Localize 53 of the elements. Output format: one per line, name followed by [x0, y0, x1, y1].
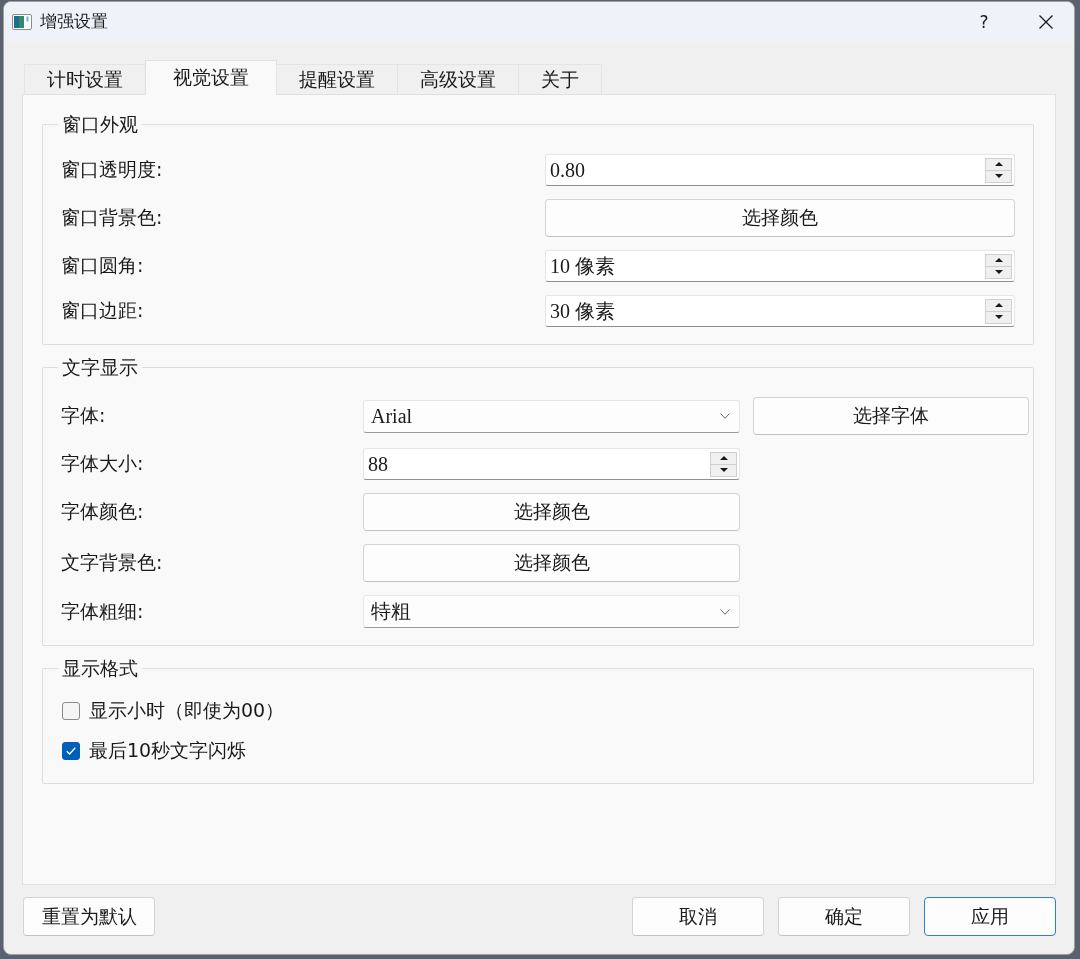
spinbox[interactable]: 88: [363, 448, 740, 480]
field-label: 窗口边距:: [61, 298, 145, 323]
down-triangle-icon: [719, 468, 728, 472]
field-label: 窗口背景色:: [61, 205, 164, 230]
select-button[interactable]: 选择颜色: [545, 199, 1015, 237]
select-button[interactable]: 选择颜色: [363, 544, 740, 582]
window-title: 增强设置: [40, 10, 108, 33]
spin-up-button[interactable]: [710, 451, 737, 465]
help-button[interactable]: ?: [961, 2, 1007, 41]
close-icon: [1039, 14, 1053, 29]
tab[interactable]: 提醒设置: [276, 64, 398, 95]
down-triangle-icon: [994, 315, 1003, 319]
up-triangle-icon: [994, 162, 1003, 166]
dialog-button[interactable]: 应用: [924, 897, 1056, 936]
tab[interactable]: 关于: [518, 64, 602, 95]
up-triangle-icon: [719, 456, 728, 460]
field-label: 字体粗细:: [61, 598, 145, 624]
down-triangle-icon: [994, 174, 1003, 178]
tab[interactable]: 计时设置: [24, 64, 146, 95]
tab[interactable]: 视觉设置: [145, 60, 277, 95]
group-title: 显示格式: [61, 657, 139, 679]
checkbox-label[interactable]: 显示小时（即使为00）: [89, 698, 285, 724]
chevron-down-icon: [720, 413, 730, 419]
up-triangle-icon: [994, 303, 1003, 307]
checkbox[interactable]: [62, 702, 80, 720]
spin-up-button[interactable]: [985, 157, 1012, 171]
checkbox[interactable]: [62, 742, 80, 760]
field-label: 文字背景色:: [61, 550, 164, 575]
dropdown[interactable]: Arial: [363, 399, 740, 433]
select-button[interactable]: 选择字体: [753, 397, 1029, 435]
spin-up-button[interactable]: [985, 253, 1012, 267]
field-label: 窗口透明度:: [61, 157, 164, 182]
field-label: 字体大小:: [61, 451, 145, 476]
field-label: 字体:: [61, 403, 107, 428]
reset-button[interactable]: 重置为默认: [23, 897, 155, 936]
checkbox-label[interactable]: 最后10秒文字闪烁: [89, 738, 247, 764]
field-label: 窗口圆角:: [61, 253, 145, 278]
up-triangle-icon: [994, 258, 1003, 262]
chevron-down-icon: [720, 608, 730, 615]
spinbox[interactable]: 0.80: [545, 154, 1015, 186]
spinbox[interactable]: 30 像素: [545, 295, 1015, 327]
spinbox[interactable]: 10 像素: [545, 250, 1015, 282]
group-title: 窗口外观: [61, 113, 139, 135]
dropdown[interactable]: 特粗: [363, 595, 740, 628]
dialog-button[interactable]: 确定: [778, 897, 910, 936]
app-icon: [12, 13, 32, 30]
select-button[interactable]: 选择颜色: [363, 493, 740, 531]
checkmark-icon: [66, 747, 76, 755]
spin-up-button[interactable]: [985, 298, 1012, 312]
group-title: 文字显示: [61, 356, 139, 378]
dialog-button[interactable]: 取消: [632, 897, 764, 936]
down-triangle-icon: [994, 270, 1003, 274]
field-label: 字体颜色:: [61, 499, 145, 524]
